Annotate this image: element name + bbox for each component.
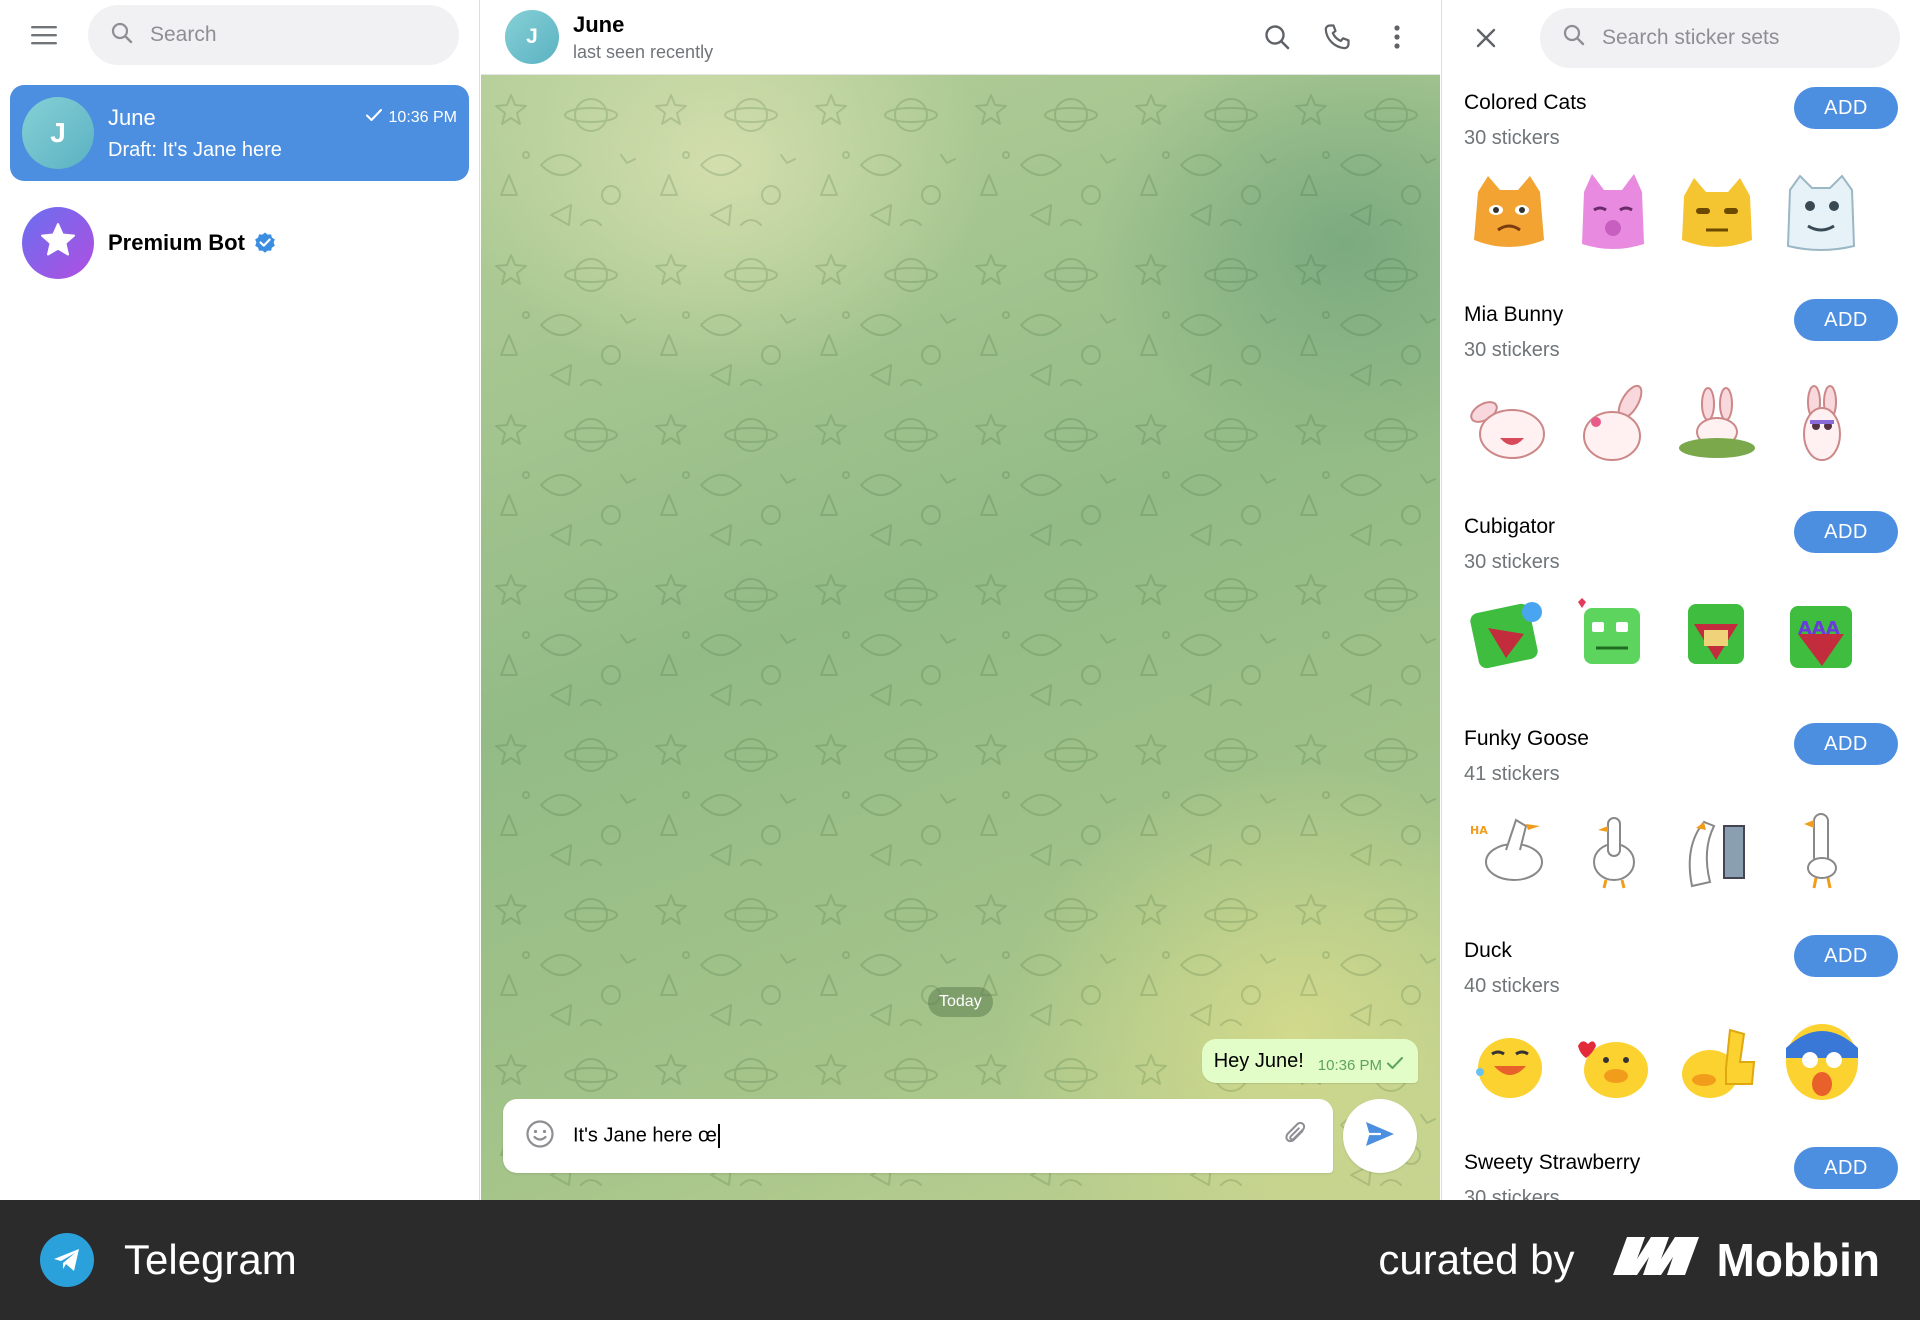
- add-sticker-set-button[interactable]: ADD: [1794, 935, 1898, 977]
- sticker-set-colored-cats: Colored Cats 30 stickers ADD: [1442, 75, 1920, 287]
- send-button[interactable]: [1343, 1099, 1417, 1173]
- chat-name: Premium Bot: [108, 230, 245, 255]
- more-vertical-icon[interactable]: [1378, 18, 1416, 56]
- chat-list: J June 10:36 PM Draft: It's Jane here Pr…: [0, 70, 479, 320]
- attach-paperclip-icon[interactable]: [1281, 1119, 1311, 1154]
- sticker-duck-scared[interactable]: [1776, 1016, 1866, 1106]
- search-icon: [110, 21, 134, 50]
- search-placeholder: Search sticker sets: [1602, 25, 1780, 49]
- send-icon: [1363, 1119, 1397, 1154]
- avatar: J: [22, 97, 94, 169]
- sidebar-header: Search: [0, 0, 479, 70]
- text-caret: [717, 1124, 720, 1148]
- search-icon[interactable]: [1258, 18, 1296, 56]
- sticker-set-mia-bunny: Mia Bunny 30 stickers ADD: [1442, 287, 1920, 499]
- svg-text:AAA: AAA: [1798, 618, 1840, 639]
- phone-icon[interactable]: [1318, 18, 1356, 56]
- star-icon: [38, 220, 78, 267]
- wallpaper-pattern: [481, 75, 1440, 1200]
- message-input[interactable]: It's Jane here œ: [573, 1124, 1281, 1148]
- check-icon: [1386, 1056, 1404, 1074]
- sticker-bunny-surprised[interactable]: [1776, 380, 1866, 470]
- add-sticker-set-button[interactable]: ADD: [1794, 511, 1898, 553]
- sticker-set-cubigator: Cubigator 30 stickers ADD AAA: [1442, 499, 1920, 711]
- message-text: Hey June!: [1213, 1049, 1304, 1072]
- mobbin-brand: Mobbin: [1716, 1234, 1881, 1286]
- sticker-bunny-laughing[interactable]: [1464, 380, 1554, 470]
- sticker-goose-computer[interactable]: [1672, 804, 1762, 894]
- sticker-orange-cat[interactable]: [1464, 168, 1554, 258]
- telegram-logo-icon: [40, 1233, 94, 1287]
- sticker-duck-thumbs-up[interactable]: [1672, 1016, 1762, 1106]
- sticker-set-count: 30 stickers: [1464, 339, 1560, 361]
- emoji-icon[interactable]: [525, 1119, 555, 1154]
- message-composer: It's Jane here œ: [503, 1099, 1333, 1173]
- search-placeholder: Search: [150, 23, 217, 46]
- chat-preview: Draft: It's Jane here: [108, 138, 282, 161]
- sticker-cubigator-love[interactable]: [1568, 592, 1658, 682]
- sticker-set-count: 40 stickers: [1464, 975, 1560, 997]
- sticker-cubigator-roar[interactable]: [1464, 592, 1554, 682]
- chat-status: last seen recently: [573, 41, 714, 62]
- sticker-pink-cat[interactable]: [1568, 168, 1658, 258]
- chat-item-june[interactable]: J June 10:36 PM Draft: It's Jane here: [10, 85, 469, 181]
- sticker-goose-tall[interactable]: [1776, 804, 1866, 894]
- message-bubble-outgoing[interactable]: Hey June! 10:36 PM: [1201, 1039, 1418, 1083]
- mobbin-footer: Telegram curated by Mobbin: [0, 1200, 1920, 1320]
- add-sticker-set-button[interactable]: ADD: [1794, 87, 1898, 129]
- add-sticker-set-button[interactable]: ADD: [1794, 299, 1898, 341]
- check-icon: [365, 108, 383, 127]
- search-icon: [1562, 23, 1586, 52]
- message-meta: 10:36 PM: [1318, 1056, 1404, 1074]
- chat-name: June: [108, 104, 156, 130]
- sticker-set-count: 30 stickers: [1464, 551, 1560, 573]
- hamburger-menu-icon[interactable]: [24, 15, 64, 55]
- sticker-white-cat[interactable]: [1776, 168, 1866, 258]
- sticker-search-input[interactable]: Search sticker sets: [1540, 7, 1900, 68]
- add-sticker-set-button[interactable]: ADD: [1794, 723, 1898, 765]
- sticker-goose-standing[interactable]: [1568, 804, 1658, 894]
- chat-view: J June last seen recently Today Hey June…: [481, 0, 1440, 1200]
- sticker-duck-crying-laugh[interactable]: [1464, 1016, 1554, 1106]
- mobbin-logo-icon: [1611, 1233, 1701, 1287]
- date-separator: Today: [928, 987, 993, 1017]
- chat-time: 10:36 PM: [365, 108, 457, 127]
- chat-title-block[interactable]: June last seen recently: [573, 12, 1258, 63]
- sticker-panel-header: Search sticker sets: [1442, 0, 1920, 75]
- verified-badge-icon: [253, 231, 277, 255]
- app-name: Telegram: [124, 1236, 297, 1283]
- sticker-set-funky-goose: Funky Goose 41 stickers ADD HA: [1442, 711, 1920, 923]
- avatar: [22, 207, 94, 279]
- sticker-set-count: 30 stickers: [1464, 127, 1560, 149]
- sticker-duck-heart[interactable]: [1568, 1016, 1658, 1106]
- chat-list-sidebar: Search J June 10:36 PM Draft: It's Jane …: [0, 0, 480, 1200]
- close-icon[interactable]: [1466, 18, 1506, 58]
- chat-search-input[interactable]: Search: [88, 5, 459, 65]
- sticker-bunny-hiding[interactable]: [1672, 380, 1762, 470]
- sticker-cubigator-eating[interactable]: [1672, 592, 1762, 682]
- chat-title: June: [573, 11, 625, 37]
- sticker-goose-laughing[interactable]: HA: [1464, 804, 1554, 894]
- curated-by-label: curated by: [1378, 1236, 1575, 1283]
- sticker-set-sweety-strawberry: Sweety Strawberry 30 stickers ADD: [1442, 1135, 1920, 1200]
- sticker-cubigator-aaa[interactable]: AAA: [1776, 592, 1866, 682]
- svg-text:HA: HA: [1470, 824, 1488, 837]
- sticker-set-count: 41 stickers: [1464, 763, 1560, 785]
- add-sticker-set-button[interactable]: ADD: [1794, 1147, 1898, 1189]
- chat-item-premium-bot[interactable]: Premium Bot: [10, 195, 469, 291]
- sticker-sets-panel: Search sticker sets Colored Cats 30 stic…: [1441, 0, 1920, 1200]
- sticker-bunny-shy[interactable]: [1568, 380, 1658, 470]
- sticker-set-duck: Duck 40 stickers ADD: [1442, 923, 1920, 1135]
- sticker-yellow-cat[interactable]: [1672, 168, 1762, 258]
- avatar[interactable]: J: [505, 10, 559, 64]
- chat-header: J June last seen recently: [481, 0, 1440, 75]
